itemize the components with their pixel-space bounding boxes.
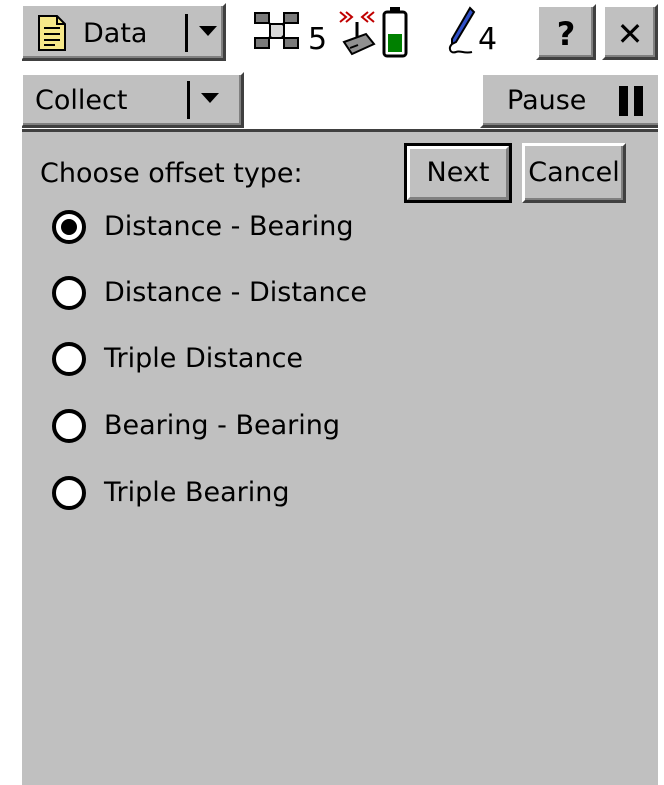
data-menu-button[interactable]: Data: [20, 3, 226, 61]
next-button[interactable]: Next: [404, 143, 512, 203]
battery-icon[interactable]: [382, 6, 408, 58]
pause-label: Pause: [507, 85, 587, 116]
title-bar: Data 5 4 ? ✕: [0, 0, 664, 68]
radio-icon[interactable]: [336, 4, 378, 60]
radio-button[interactable]: [52, 276, 86, 310]
offset-form: Choose offset type: Next Cancel Distance…: [22, 134, 658, 785]
screen: Data 5 4 ? ✕ Collect Pause Choose offset…: [0, 0, 664, 785]
chevron-down-icon: [201, 93, 219, 103]
pause-icon: [619, 86, 645, 116]
offset-type-prompt: Choose offset type:: [40, 158, 303, 189]
left-frame: [0, 0, 22, 785]
status-area: 5 4: [232, 0, 497, 68]
toolbar: Collect Pause: [20, 68, 664, 132]
data-menu-label: Data: [83, 18, 148, 49]
pen-icon[interactable]: [446, 6, 476, 58]
next-label: Next: [426, 157, 490, 188]
option-label: Distance - Bearing: [104, 211, 354, 242]
logging-count: 4: [478, 22, 498, 57]
menu-divider: [185, 14, 188, 52]
close-icon: ✕: [616, 15, 644, 53]
help-button[interactable]: ?: [536, 4, 596, 60]
satellite-icon[interactable]: [250, 8, 306, 58]
cancel-button[interactable]: Cancel: [522, 143, 626, 203]
cancel-label: Cancel: [528, 157, 620, 188]
collect-mode-dropdown[interactable]: Collect: [20, 72, 244, 128]
pause-button[interactable]: Pause: [480, 72, 664, 128]
help-icon: ?: [556, 15, 576, 53]
right-frame: [658, 0, 664, 785]
collect-mode-label: Collect: [35, 85, 128, 116]
satellite-count: 5: [308, 22, 328, 57]
radio-button[interactable]: [52, 210, 86, 244]
option-label: Triple Distance: [104, 343, 304, 374]
option-label: Bearing - Bearing: [104, 410, 340, 441]
dropdown-divider: [187, 81, 190, 119]
radio-selected-dot: [61, 219, 77, 235]
radio-button[interactable]: [52, 342, 86, 376]
chevron-down-icon: [199, 26, 217, 36]
radio-button[interactable]: [52, 476, 86, 510]
option-label: Distance - Distance: [104, 277, 368, 308]
close-button[interactable]: ✕: [602, 4, 658, 60]
radio-button[interactable]: [52, 409, 86, 443]
document-icon: [38, 15, 66, 51]
option-label: Triple Bearing: [104, 477, 290, 508]
